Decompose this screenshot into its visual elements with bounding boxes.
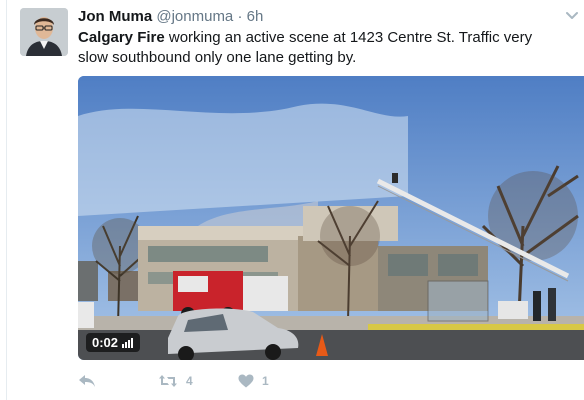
author-name[interactable]: Jon Muma (78, 8, 152, 25)
reply-icon (79, 375, 95, 387)
tweet-text: Calgary Fire working an active scene at … (78, 28, 558, 68)
like-count: 1 (262, 374, 269, 388)
author-handle[interactable]: @jonmuma (156, 8, 233, 25)
tweet-header: Jon Muma @jonmuma · 6h (78, 8, 263, 26)
video-duration: 0:02 (92, 335, 119, 350)
like-button[interactable]: 1 (238, 374, 269, 388)
retweet-count: 4 (186, 374, 193, 388)
reply-button[interactable] (78, 374, 158, 388)
volume-icon[interactable] (122, 337, 134, 348)
video-frame (78, 76, 584, 360)
tweet-timestamp[interactable]: 6h (247, 8, 264, 25)
video-player[interactable]: 0:02 (78, 76, 584, 360)
retweet-icon (159, 375, 177, 387)
retweet-button[interactable]: 4 (158, 374, 238, 388)
avatar[interactable] (20, 8, 68, 56)
chevron-down-icon[interactable] (566, 11, 578, 21)
tweet-actions: 4 1 (78, 372, 269, 390)
video-duration-badge: 0:02 (86, 333, 141, 352)
meta-separator: · (237, 8, 243, 25)
mention-link[interactable]: Calgary Fire (78, 29, 165, 46)
timeline-divider (6, 0, 7, 400)
heart-icon (238, 374, 254, 388)
